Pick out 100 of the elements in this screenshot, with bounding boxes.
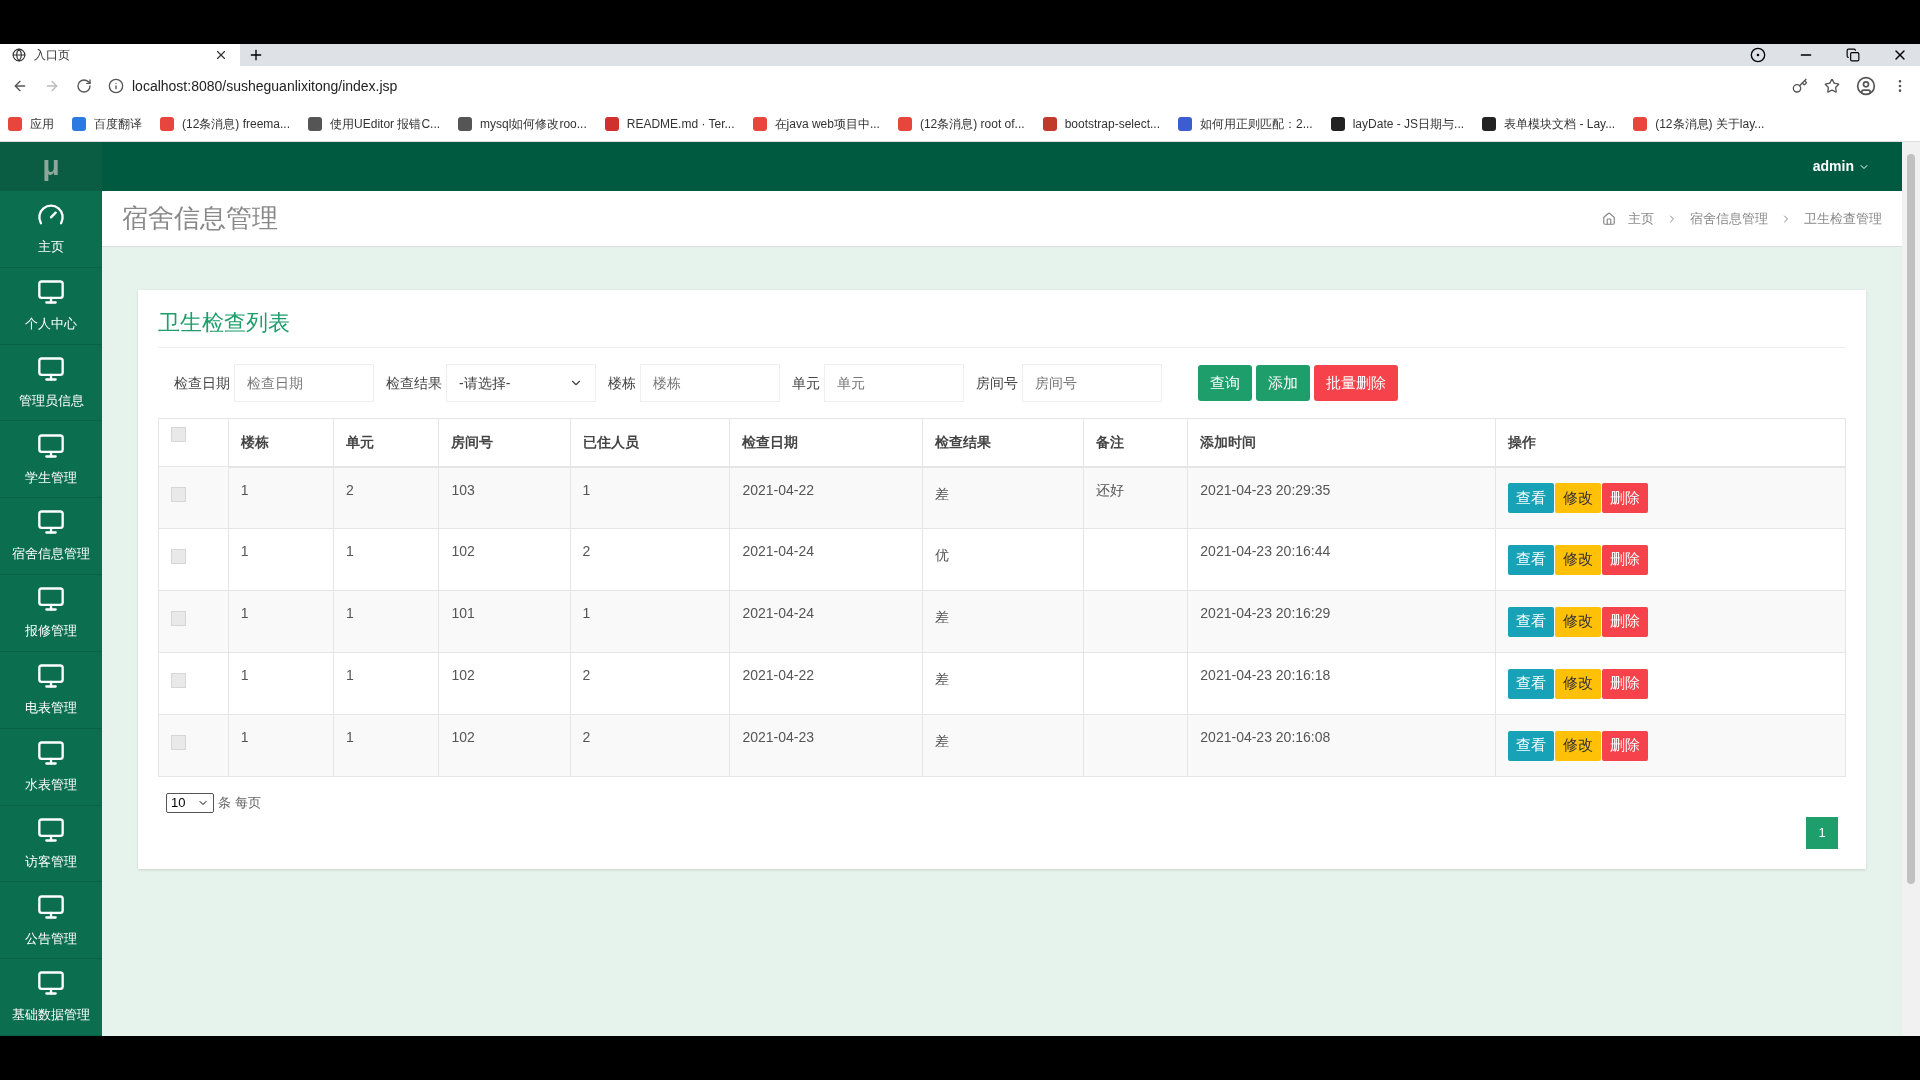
back-icon[interactable] <box>12 78 28 94</box>
bookmark[interactable]: (12条消息) 关于lay... <box>1633 114 1765 133</box>
action-button[interactable]: 查询 <box>1198 365 1252 401</box>
table-cell: 差 <box>935 485 950 502</box>
table-cell: 1 <box>582 481 591 498</box>
breadcrumb-link[interactable]: 宿舍信息管理 <box>1690 208 1768 229</box>
bookmark[interactable]: 应用 <box>8 114 54 133</box>
browser-tab[interactable]: 入口页 <box>0 44 240 66</box>
row-action-button[interactable]: 删除 <box>1602 668 1649 699</box>
home-icon <box>1602 211 1616 226</box>
column-header: 检查结果 <box>935 433 992 450</box>
bookmark[interactable]: (12条消息) root of... <box>897 114 1025 133</box>
table-cell: 1 <box>346 667 354 683</box>
table-cell: 2021-04-23 20:16:08 <box>1200 729 1331 745</box>
checkbox[interactable] <box>171 549 186 564</box>
checkbox[interactable] <box>171 673 186 688</box>
row-action-button[interactable]: 修改 <box>1555 730 1602 761</box>
breadcrumb-link[interactable]: 卫生检查管理 <box>1804 208 1882 229</box>
table-cell: 2021-04-22 <box>742 481 815 498</box>
scrollbar-thumb[interactable] <box>1907 154 1915 884</box>
row-action-button[interactable]: 修改 <box>1555 482 1602 513</box>
account-icon[interactable] <box>1856 76 1876 96</box>
table-cell: 2 <box>346 481 354 498</box>
bookmark[interactable]: (12条消息) freema... <box>160 114 291 133</box>
table-cell: 2021-04-23 20:16:29 <box>1200 605 1331 621</box>
star-icon[interactable] <box>1824 78 1840 94</box>
filter-field[interactable]: 单元 <box>824 364 964 402</box>
row-action-button[interactable]: 删除 <box>1602 544 1649 575</box>
table-cell: 1 <box>346 543 354 559</box>
table-cell: 2021-04-23 20:16:18 <box>1200 667 1331 683</box>
profile-dot-icon[interactable] <box>1750 47 1766 63</box>
filter-label: 单元 <box>792 373 820 393</box>
user-menu[interactable]: admin <box>1812 156 1870 177</box>
table-cell: 2021-04-24 <box>742 605 815 621</box>
row-action-button[interactable]: 修改 <box>1555 668 1602 699</box>
bookmark[interactable]: 在java web项目中... <box>752 114 880 133</box>
key-icon[interactable] <box>1792 78 1808 94</box>
table-cell: 差 <box>935 609 950 625</box>
column-header: 检查日期 <box>742 433 799 450</box>
close-icon[interactable] <box>214 48 228 62</box>
bookmark[interactable]: 使用UEditor 报错C... <box>308 114 441 133</box>
checkbox[interactable] <box>171 611 186 626</box>
column-header: 备注 <box>1095 433 1124 450</box>
page-button[interactable]: 1 <box>1806 817 1838 849</box>
table-cell: 还好 <box>1095 481 1124 498</box>
table-cell: 101 <box>451 605 475 621</box>
table-cell: 1 <box>346 729 354 745</box>
column-header: 操作 <box>1508 433 1537 450</box>
monitor-icon <box>37 585 65 614</box>
table-cell: 1 <box>240 605 249 621</box>
logo[interactable]: μ <box>42 145 60 188</box>
row-action-button[interactable]: 修改 <box>1555 544 1602 575</box>
bookmark[interactable]: 如何用正则匹配：2... <box>1178 114 1313 133</box>
table-cell: 1 <box>346 605 354 621</box>
page-title: 宿舍信息管理 <box>122 202 279 235</box>
new-tab-icon[interactable] <box>248 47 264 63</box>
table-cell: 103 <box>451 481 475 498</box>
checkbox[interactable] <box>171 427 186 442</box>
table-cell: 2 <box>582 729 591 745</box>
page-size-select[interactable]: 10 <box>166 793 214 813</box>
table-cell: 1 <box>240 729 249 745</box>
table-cell: 1 <box>240 667 249 683</box>
action-button[interactable]: 批量删除 <box>1314 365 1398 401</box>
row-action-button[interactable]: 删除 <box>1602 606 1649 637</box>
select-field[interactable]: -请选择- <box>446 364 596 402</box>
column-header: 房间号 <box>451 433 494 450</box>
bookmark[interactable]: mysql如何修改roo... <box>458 114 587 133</box>
bookmark[interactable]: bootstrap-select... <box>1042 114 1160 133</box>
checkbox[interactable] <box>171 487 186 502</box>
restore-icon[interactable] <box>1846 48 1860 62</box>
reload-icon[interactable] <box>76 78 92 94</box>
bookmark[interactable]: 百度翻译 <box>72 114 142 133</box>
table-cell: 2021-04-23 <box>742 729 815 745</box>
bookmark[interactable]: README.md · Ter... <box>604 114 735 133</box>
column-header: 楼栋 <box>240 433 269 450</box>
filter-field[interactable]: 楼栋 <box>640 364 780 402</box>
card-title: 卫生检查列表 <box>158 310 290 335</box>
monitor-icon <box>37 969 65 998</box>
filter-field[interactable]: 检查日期 <box>234 364 374 402</box>
table-cell: 2 <box>582 667 591 683</box>
bookmark[interactable]: 表单模块文档 - Lay... <box>1482 114 1616 133</box>
monitor-icon <box>37 354 65 383</box>
breadcrumb-link[interactable]: 主页 <box>1628 208 1654 229</box>
bookmark[interactable]: layDate - JS日期与... <box>1330 114 1465 133</box>
filter-label: 房间号 <box>976 373 1018 393</box>
action-button[interactable]: 添加 <box>1256 365 1310 401</box>
table-cell: 2 <box>582 543 591 559</box>
table-cell: 102 <box>451 543 475 559</box>
filter-label: 检查日期 <box>174 373 230 393</box>
table-cell: 2021-04-23 20:16:44 <box>1200 543 1331 559</box>
row-action-button[interactable]: 修改 <box>1555 606 1602 637</box>
row-action-button[interactable]: 删除 <box>1602 730 1649 761</box>
row-action-button[interactable]: 删除 <box>1602 482 1649 513</box>
table-cell: 2021-04-22 <box>742 667 815 683</box>
monitor-icon <box>37 508 65 537</box>
filter-field[interactable]: 房间号 <box>1022 364 1162 402</box>
checkbox[interactable] <box>171 735 186 750</box>
monitor-icon <box>37 815 65 844</box>
filter-label: 楼栋 <box>608 373 636 393</box>
table-cell: 1 <box>240 543 249 559</box>
